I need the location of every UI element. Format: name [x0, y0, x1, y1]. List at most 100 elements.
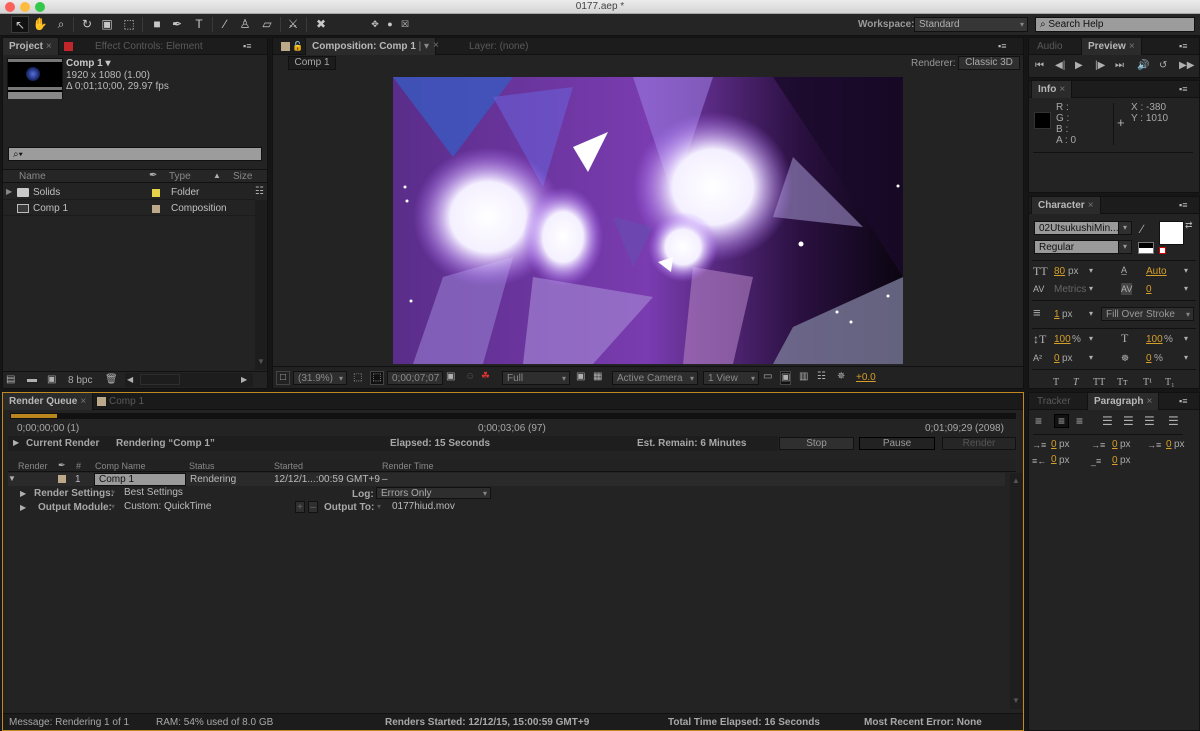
bit-depth-button[interactable]: 8 bpc: [68, 375, 92, 387]
comp-name[interactable]: Comp 1 ▾: [66, 58, 110, 70]
channel-rgb-icon[interactable]: ☘: [481, 371, 490, 383]
indent-left-value[interactable]: 0: [1051, 439, 1057, 451]
loop-icon[interactable]: ↺: [1159, 60, 1167, 72]
column-type[interactable]: Type: [169, 171, 191, 183]
brush-tool-icon[interactable]: ∕: [216, 16, 234, 33]
justify-last-right-icon[interactable]: ☰: [1144, 415, 1155, 427]
puppet-pin-tool-icon[interactable]: ✖: [312, 16, 330, 33]
fit-icon[interactable]: ⬚: [353, 372, 362, 384]
space-before-value[interactable]: 0: [1051, 454, 1057, 466]
play-icon[interactable]: ▶: [1075, 60, 1083, 72]
stroke-mode-dropdown[interactable]: Fill Over Stroke ▾: [1101, 307, 1194, 321]
render-item-comp-name[interactable]: Comp 1: [94, 473, 186, 486]
new-composition-icon[interactable]: ▣: [47, 374, 56, 386]
show-snapshot-icon[interactable]: ☺: [465, 371, 475, 383]
justify-last-left-icon[interactable]: ☰: [1102, 415, 1113, 427]
kerning-value[interactable]: Metrics: [1054, 284, 1086, 296]
panel-menu-icon[interactable]: ▪≡: [1179, 396, 1191, 406]
chevron-down-icon[interactable]: ▾: [1089, 265, 1093, 277]
chevron-down-icon[interactable]: ▾: [111, 501, 115, 513]
tab-layer[interactable]: Layer: (none): [463, 38, 534, 55]
next-frame-icon[interactable]: |▶: [1095, 60, 1105, 72]
align-center-icon[interactable]: ≡: [1054, 414, 1069, 428]
magnification-dropdown[interactable]: (31.9%) ▾: [293, 371, 347, 385]
chevron-down-icon[interactable]: ▾: [1184, 352, 1188, 364]
exposure-value[interactable]: +0.0: [856, 372, 876, 384]
close-window-button[interactable]: [5, 2, 15, 12]
faux-italic-icon[interactable]: T: [1073, 377, 1079, 389]
selection-tool-icon[interactable]: ↖: [11, 16, 29, 33]
tracking-value[interactable]: 0: [1146, 284, 1152, 296]
first-frame-icon[interactable]: ⏮: [1035, 60, 1044, 72]
tab-info[interactable]: Info ×: [1031, 81, 1073, 98]
fast-previews-icon[interactable]: ▣: [576, 371, 585, 383]
column-number[interactable]: #: [76, 460, 81, 472]
panel-menu-icon[interactable]: ▪≡: [998, 41, 1010, 51]
subscript-icon[interactable]: T₁: [1165, 377, 1175, 389]
breadcrumb-comp[interactable]: Comp 1: [288, 56, 336, 70]
log-dropdown[interactable]: Errors Only ▾: [376, 487, 491, 499]
chevron-down-icon[interactable]: ▾: [1089, 333, 1093, 345]
clone-stamp-tool-icon[interactable]: ♙: [236, 16, 254, 33]
flowchart-icon[interactable]: ☷: [255, 186, 264, 198]
column-name[interactable]: Name: [19, 171, 46, 183]
camera-view-dropdown[interactable]: Active Camera ▾: [612, 371, 698, 385]
column-render[interactable]: Render: [18, 460, 48, 472]
expand-triangle-icon[interactable]: ▶: [20, 488, 26, 500]
tab-preview[interactable]: Preview ×: [1081, 38, 1142, 55]
rotation-tool-icon[interactable]: ↻: [78, 16, 96, 33]
justify-last-center-icon[interactable]: ☰: [1123, 415, 1134, 427]
current-time-display[interactable]: 0;00;07;07: [387, 371, 443, 385]
render-button[interactable]: Render: [942, 437, 1016, 450]
swap-colors-icon[interactable]: ⇄: [1185, 219, 1193, 231]
hand-tool-icon[interactable]: ✋: [31, 16, 49, 33]
small-caps-icon[interactable]: Tт: [1117, 377, 1127, 389]
render-settings-value[interactable]: Best Settings: [124, 487, 183, 499]
vertical-scale-value[interactable]: 100: [1054, 334, 1071, 346]
view-layout-dropdown[interactable]: 1 View ▾: [703, 371, 759, 385]
tab-composition[interactable]: Composition: Comp 1 | ▾: [305, 38, 437, 55]
composition-viewer[interactable]: [393, 77, 903, 364]
tab-effect-controls[interactable]: Effect Controls: Element: [89, 38, 209, 55]
align-right-icon[interactable]: ≡: [1076, 415, 1083, 427]
toggle-pixel-aspect-icon[interactable]: ▭: [763, 371, 772, 383]
exposure-reset-icon[interactable]: ✵: [837, 371, 845, 383]
project-item-row[interactable]: ▶ Solids Folder: [3, 185, 255, 200]
comp-flowchart-icon[interactable]: ▥: [799, 371, 808, 383]
font-size-value[interactable]: 80: [1054, 266, 1065, 278]
previous-frame-icon[interactable]: ◀|: [1055, 60, 1065, 72]
audio-icon[interactable]: 🔊: [1137, 60, 1149, 72]
tab-character[interactable]: Character ×: [1031, 197, 1101, 214]
timeline-icon[interactable]: ▣: [780, 371, 792, 385]
snapshot-camera-icon[interactable]: ▣: [446, 371, 455, 383]
chevron-down-icon[interactable]: ▾: [377, 501, 381, 513]
collapse-triangle-icon[interactable]: ▼: [8, 473, 16, 485]
space-after-value[interactable]: 0: [1112, 455, 1118, 467]
chevron-down-icon[interactable]: ▾: [1184, 265, 1188, 277]
column-size[interactable]: Size: [233, 171, 252, 183]
minimize-window-button[interactable]: [20, 2, 30, 12]
expand-triangle-icon[interactable]: ▶: [20, 502, 26, 514]
all-caps-icon[interactable]: TT: [1093, 377, 1105, 389]
interpret-footage-icon[interactable]: ▤: [6, 374, 15, 386]
render-queue-row[interactable]: ▼ 1 Comp 1 Rendering 12/12/1...:00:59 GM…: [8, 473, 1005, 486]
workspace-dropdown[interactable]: Standard ▾: [914, 17, 1028, 32]
column-comp-name[interactable]: Comp Name: [95, 460, 146, 472]
chevron-down-icon[interactable]: ▾: [1089, 352, 1093, 364]
flowchart-view-icon[interactable]: ☷: [817, 371, 826, 383]
ram-preview-icon[interactable]: ▶▶: [1179, 60, 1194, 72]
chevron-down-icon[interactable]: ▾: [1118, 221, 1132, 235]
indent-right-value[interactable]: 0: [1166, 439, 1172, 451]
fill-color-swatch[interactable]: [1159, 221, 1184, 245]
project-horizontal-scrollbar[interactable]: ◀ ▶: [125, 373, 253, 387]
roto-brush-tool-icon[interactable]: ⚔: [284, 16, 302, 33]
no-color-icon[interactable]: [1159, 247, 1166, 254]
tab-audio[interactable]: Audio: [1031, 38, 1069, 55]
panel-menu-icon[interactable]: ▪≡: [1179, 84, 1191, 94]
column-status[interactable]: Status: [189, 460, 215, 472]
chevron-down-icon[interactable]: ▾: [1089, 283, 1093, 295]
panel-menu-icon[interactable]: ▪≡: [1179, 200, 1191, 210]
zoom-tool-icon[interactable]: ⌕: [52, 16, 70, 33]
chevron-down-icon[interactable]: ▾: [111, 487, 115, 499]
panel-menu-icon[interactable]: ▪≡: [243, 41, 255, 51]
